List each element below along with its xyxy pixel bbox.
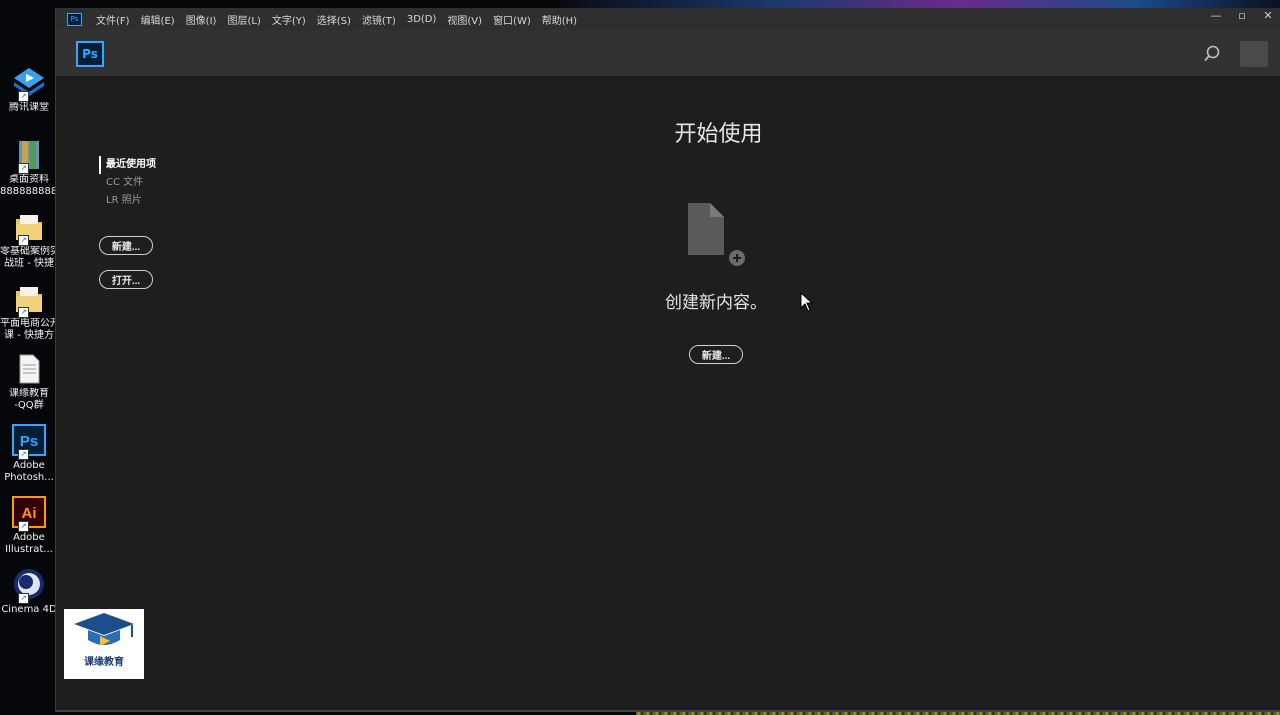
shortcut-arrow-icon: ↗ [18, 307, 29, 318]
svg-text:Ps: Ps [20, 433, 38, 450]
sidebar-item-cc-files[interactable]: CC 文件 [99, 174, 156, 192]
search-icon[interactable] [1203, 45, 1221, 63]
desktop-icon-label: Adobe Illustrat... [5, 532, 53, 555]
folder-icon: ↗ [12, 282, 46, 318]
menu-help[interactable]: 帮助(H) [542, 12, 577, 27]
desktop-icon-label: Adobe Photosh... [4, 460, 54, 483]
desktop-icon-photoshop[interactable]: Ps ↗ Adobe Photosh... [0, 424, 58, 484]
mouse-cursor-icon [800, 291, 814, 316]
shortcut-arrow-icon: ↗ [18, 521, 29, 532]
shortcut-arrow-icon: ↗ [18, 163, 29, 174]
archive-icon: ↗ [12, 138, 46, 174]
menu-type[interactable]: 文字(Y) [272, 12, 306, 27]
graduation-cap-icon [74, 613, 134, 646]
app-icon[interactable]: Ps [67, 12, 82, 26]
desktop-icon-folder-1[interactable]: ↗ 零基础案例实 战班 - 快捷 [0, 210, 58, 270]
menu-image[interactable]: 图像(I) [186, 12, 217, 27]
create-new-button[interactable]: 新建... [689, 345, 743, 364]
menu-file[interactable]: 文件(F) [96, 12, 130, 27]
desktop-icon-label: 零基础案例实 战班 - 快捷 [0, 246, 58, 269]
photoshop-icon: Ps ↗ [12, 424, 46, 460]
desktop-icon-label: 课缘教育 -QQ群 [9, 388, 49, 411]
sidebar-item-recent[interactable]: 最近使用项 [99, 156, 156, 174]
desktop-icon-cinema4d[interactable]: ↗ Cinema 4D [0, 568, 58, 616]
desktop-icon-illustrator[interactable]: Ai ↗ Adobe Illustrat... [0, 496, 58, 556]
menu-bar: Ps 文件(F) 编辑(E) 图像(I) 图层(L) 文字(Y) 选择(S) 滤… [56, 8, 1280, 30]
new-document-icon [686, 201, 748, 271]
desktop-icon-tencent-classroom[interactable]: ↗ 腾讯课堂 [0, 66, 58, 114]
shortcut-arrow-icon: ↗ [18, 449, 29, 460]
desktop-icon-label: Cinema 4D [1, 604, 57, 615]
folder-icon: ↗ [12, 210, 46, 246]
menu-edit[interactable]: 编辑(E) [141, 12, 175, 27]
menu-layer[interactable]: 图层(L) [227, 12, 260, 27]
photoshop-logo[interactable]: Ps [76, 41, 104, 67]
svg-text:Ai: Ai [22, 505, 37, 522]
sidebar-open-button[interactable]: 打开... [99, 270, 153, 289]
text-file-icon [12, 352, 46, 386]
watermark-text: 课缘教育 [84, 657, 124, 668]
menu-select[interactable]: 选择(S) [317, 12, 351, 27]
cinema4d-icon: ↗ [12, 568, 46, 604]
sidebar-new-button[interactable]: 新建... [99, 236, 153, 255]
desktop-icon-archive[interactable]: ↗ 桌面资料 888888888. [0, 138, 58, 198]
maximize-button[interactable]: ▫ [1229, 8, 1255, 26]
desktop-icon-label: 桌面资料 888888888. [0, 174, 58, 197]
desktop-icon-label: 平面电商公开 课 - 快捷方 [0, 318, 58, 341]
desktop-icon-folder-2[interactable]: ↗ 平面电商公开 课 - 快捷方 [0, 282, 58, 342]
menu-view[interactable]: 视图(V) [447, 12, 482, 27]
shortcut-arrow-icon: ↗ [18, 91, 29, 102]
sidebar-item-lr-photos[interactable]: LR 照片 [99, 192, 156, 210]
menu-filter[interactable]: 滤镜(T) [362, 12, 396, 27]
page-title: 开始使用 [674, 122, 763, 147]
menu-3d[interactable]: 3D(D) [407, 14, 437, 25]
close-button[interactable]: ✕ [1255, 8, 1280, 26]
shortcut-arrow-icon: ↗ [18, 593, 29, 604]
illustrator-icon: Ai ↗ [12, 496, 46, 532]
minimize-button[interactable]: — [1203, 8, 1229, 26]
desktop-wallpaper-top [560, 0, 1280, 8]
desktop-icon-label: 腾讯课堂 [9, 102, 49, 113]
home-sidebar-nav: 最近使用项 CC 文件 LR 照片 [99, 156, 156, 210]
photoshop-window: Ps 文件(F) 编辑(E) 图像(I) 图层(L) 文字(Y) 选择(S) 滤… [55, 8, 1280, 712]
window-controls: — ▫ ✕ [1203, 8, 1280, 26]
shortcut-arrow-icon: ↗ [18, 235, 29, 246]
desktop-icon-text-file[interactable]: 课缘教育 -QQ群 [0, 352, 58, 412]
tencent-classroom-icon: ↗ [12, 66, 46, 102]
home-top-bar: Ps [56, 30, 1280, 76]
watermark-logo: 课缘教育 [64, 609, 144, 679]
user-avatar[interactable] [1240, 41, 1268, 67]
menu-window[interactable]: 窗口(W) [493, 12, 531, 27]
